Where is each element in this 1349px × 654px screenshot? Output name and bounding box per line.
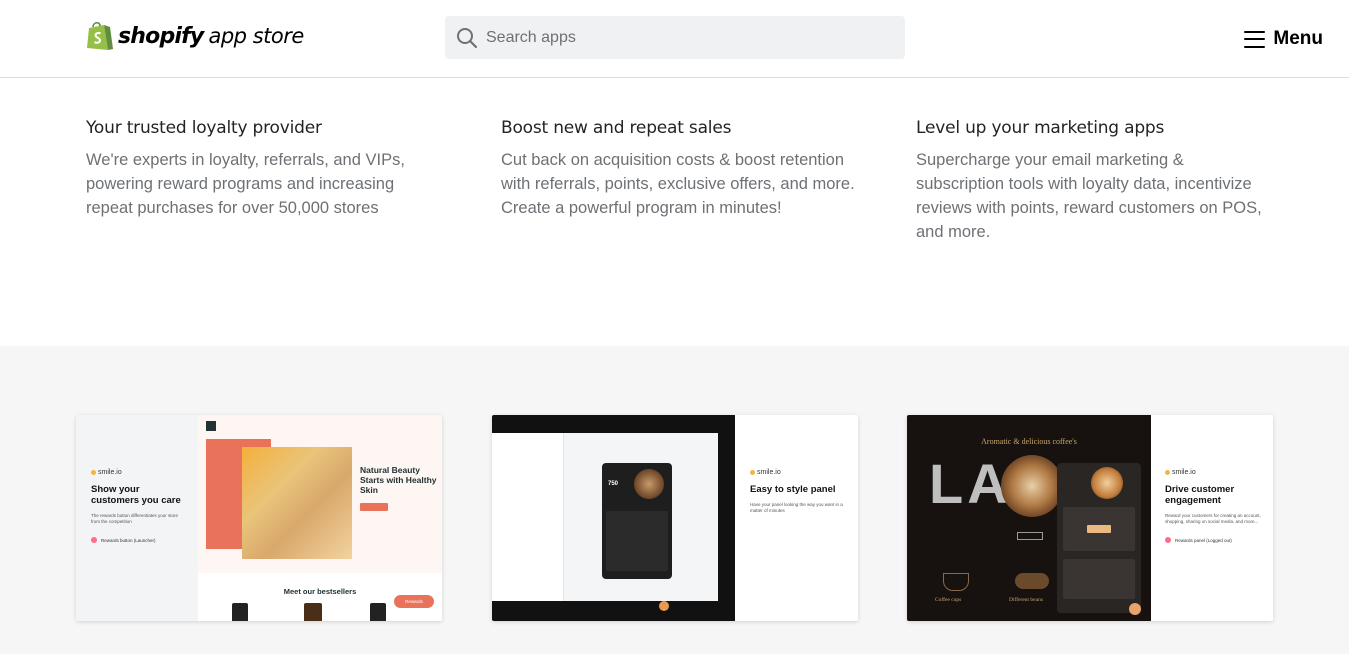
coffee-image <box>634 469 664 499</box>
smile-logo: smile.io <box>1165 469 1265 476</box>
feature-body: Supercharge your email marketing & subsc… <box>916 151 1262 241</box>
editor-window: 750 <box>492 433 718 611</box>
coffee-cup-icon <box>943 573 969 591</box>
screenshot-description: Have your panel looking the way you want… <box>750 502 843 513</box>
hero-image <box>242 447 352 559</box>
store-preview: Natural Beauty Starts with Healthy Skin … <box>198 415 442 621</box>
shopify-app-store-logo[interactable]: shopify app store <box>86 20 304 52</box>
feature-body: Cut back on acquisition costs & boost re… <box>501 151 855 217</box>
editor-sidebar <box>492 433 564 601</box>
panel-coffee-image <box>1091 467 1123 499</box>
feature-loyalty: Your trusted loyalty provider We're expe… <box>86 118 456 220</box>
feature-sales: Boost new and repeat sales Cut back on a… <box>501 118 871 220</box>
bestsellers-section: Meet our bestsellers Rewards <box>198 573 442 621</box>
feature-marketing: Level up your marketing apps Supercharge… <box>916 118 1286 244</box>
feature-title: Boost new and repeat sales <box>501 118 732 138</box>
screenshot-card-3[interactable]: Aromatic & delicious coffee's LA Coffee … <box>907 415 1273 621</box>
screenshot-badge: Rewards panel (Logged out) <box>1165 537 1265 543</box>
smile-logo: smile.io <box>750 469 848 476</box>
category-label: Coffee cups <box>935 597 962 603</box>
hero-cta-button <box>360 503 388 511</box>
panel-preview: 750 <box>602 463 672 579</box>
panel-body <box>606 511 668 571</box>
screenshot-badge: Rewards button (Launcher) <box>91 537 186 543</box>
screenshot-title: Show your customers you care <box>91 484 181 506</box>
hamburger-icon <box>1244 30 1266 48</box>
menu-label: Menu <box>1273 28 1323 49</box>
feature-title: Your trusted loyalty provider <box>86 118 322 138</box>
rewards-launcher-button: Rewards <box>394 595 434 608</box>
rewards-panel-preview <box>1057 463 1141 613</box>
logo-wordmark: shopify <box>118 23 204 49</box>
hero-title: Natural Beauty Starts with Healthy Skin <box>360 465 437 495</box>
search-icon <box>457 27 478 48</box>
feature-body: We're experts in loyalty, referrals, and… <box>86 151 405 217</box>
screenshot-title: Drive customer engagement <box>1165 484 1235 506</box>
editor-preview: 750 <box>492 415 735 621</box>
coffee-beans-icon <box>1015 573 1049 589</box>
screenshot-side-panel: smile.io Show your customers you care Th… <box>76 415 198 621</box>
store-logo <box>206 421 216 431</box>
category-label: Different beans <box>1009 597 1043 603</box>
hero-big-text: LA <box>929 452 1012 515</box>
features-section: Your trusted loyalty provider We're expe… <box>0 78 1349 346</box>
product-thumb <box>370 603 386 621</box>
screenshots-gallery: smile.io Show your customers you care Th… <box>0 346 1349 654</box>
latte-art-image <box>1001 455 1063 517</box>
product-thumb <box>304 603 322 621</box>
product-thumb <box>232 603 248 621</box>
screenshot-card-1[interactable]: smile.io Show your customers you care Th… <box>76 415 442 621</box>
screenshot-description: Reward your customers for creating an ac… <box>1165 513 1261 524</box>
screenshot-description: The rewards button differentiates your s… <box>91 513 178 524</box>
screenshot-title: Easy to style panel <box>750 484 836 495</box>
points-balance: 750 <box>608 481 619 487</box>
panel-join-card <box>1063 507 1135 551</box>
launcher-dot <box>659 601 669 611</box>
hero-button <box>1017 532 1043 540</box>
feature-title: Level up your marketing apps <box>916 118 1165 138</box>
screenshot-card-2[interactable]: 750 smile.io Easy to style panel Have yo… <box>492 415 858 621</box>
smile-logo: smile.io <box>91 469 186 476</box>
panel-points-card <box>1063 559 1135 599</box>
search-input[interactable] <box>486 17 886 58</box>
logo-subtitle: app store <box>208 24 304 48</box>
hero-title: Aromatic & delicious coffee's <box>981 437 1077 446</box>
search-bar[interactable] <box>445 16 905 59</box>
shopify-bag-icon <box>87 21 113 50</box>
launcher-dot <box>1129 603 1141 615</box>
join-button <box>1087 525 1111 533</box>
top-header: shopify app store Menu <box>0 0 1349 78</box>
coffee-store-preview: Aromatic & delicious coffee's LA Coffee … <box>907 415 1151 621</box>
menu-button[interactable]: Menu <box>1244 27 1323 51</box>
